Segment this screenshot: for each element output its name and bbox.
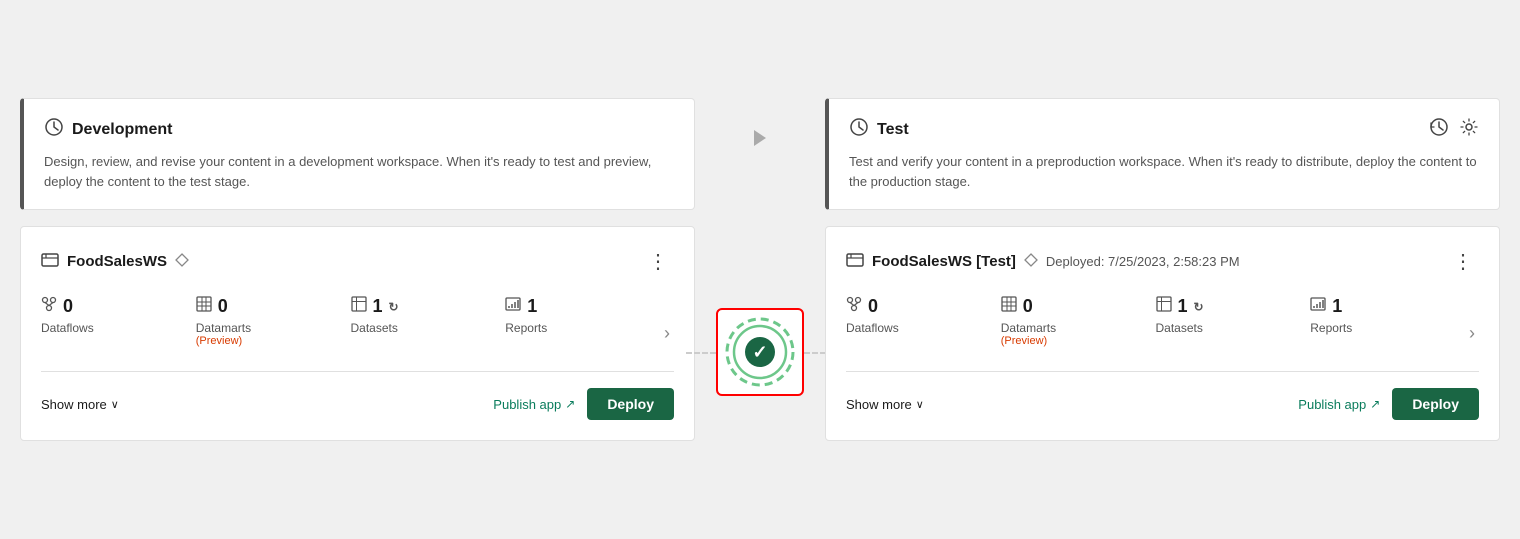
test-dataflow-icon — [846, 296, 862, 317]
deploy-circle-container: ✓ — [724, 316, 796, 388]
test-report-icon — [1310, 296, 1326, 317]
dev-datamarts-label: Datamarts — [196, 321, 251, 335]
test-show-more-button[interactable]: Show more ∨ — [846, 397, 924, 412]
deploy-status-indicator: ✓ — [716, 308, 804, 396]
test-workspace-name-text: FoodSalesWS [Test] — [872, 253, 1016, 270]
deploy-red-border: ✓ — [716, 308, 804, 396]
test-diamond-icon — [1024, 253, 1038, 270]
test-publish-app-button[interactable]: Publish app ↗ — [1298, 397, 1380, 412]
dev-deploy-button[interactable]: Deploy — [587, 388, 674, 420]
dev-external-link-icon: ↗ — [565, 397, 575, 411]
test-header-actions — [1429, 117, 1479, 142]
dev-workspace-header: FoodSalesWS ⋮ — [41, 247, 674, 276]
left-dashed-line — [686, 352, 716, 354]
dev-dataflows-value: 0 — [63, 296, 73, 317]
development-desc: Design, review, and revise your content … — [44, 152, 674, 191]
test-datamarts-metric: 0 Datamarts (Preview) — [1001, 296, 1156, 347]
dev-workspace-icon — [41, 251, 59, 273]
dev-chevron-icon: ∨ — [111, 398, 119, 411]
test-external-link-icon: ↗ — [1370, 397, 1380, 411]
dev-more-button[interactable]: ⋮ — [642, 247, 674, 276]
dev-datasets-label: Datasets — [351, 321, 398, 335]
test-datamarts-value: 0 — [1023, 296, 1033, 317]
test-reports-label: Reports — [1310, 321, 1352, 335]
test-more-button[interactable]: ⋮ — [1447, 247, 1479, 276]
test-datasets-metric: 1 ↻ Datasets — [1156, 296, 1311, 335]
dev-card-footer: Show more ∨ Publish app ↗ Deploy — [41, 371, 674, 420]
test-reports-value: 1 — [1332, 296, 1342, 317]
dataset-icon — [351, 296, 367, 317]
test-dataflows-value: 0 — [868, 296, 878, 317]
development-stage-title: Development — [44, 117, 674, 142]
dev-datamarts-value: 0 — [218, 296, 228, 317]
test-settings-button[interactable] — [1459, 117, 1479, 142]
test-history-button[interactable] — [1429, 117, 1449, 142]
test-deploy-button[interactable]: Deploy — [1392, 388, 1479, 420]
test-title-text: Test — [877, 121, 909, 139]
report-icon — [505, 296, 521, 317]
test-workspace-header: FoodSalesWS [Test] Deployed: 7/25/2023, … — [846, 247, 1479, 276]
test-workspace-name: FoodSalesWS [Test] Deployed: 7/25/2023, … — [846, 251, 1240, 273]
dev-reports-metric: 1 Reports — [505, 296, 660, 335]
development-stage-icon — [44, 117, 64, 142]
dev-datasets-metric: 1 ↻ Datasets — [351, 296, 506, 335]
test-dataflows-label: Dataflows — [846, 321, 899, 335]
development-stage: Development Design, review, and revise y… — [20, 98, 695, 441]
test-desc: Test and verify your content in a prepro… — [849, 152, 1479, 191]
test-workspace-icon — [846, 251, 864, 273]
test-workspace-card: FoodSalesWS [Test] Deployed: 7/25/2023, … — [825, 226, 1500, 441]
test-stage-icon — [849, 117, 869, 142]
test-reports-metric: 1 Reports — [1310, 296, 1465, 335]
dev-reports-label: Reports — [505, 321, 547, 335]
dev-diamond-icon — [175, 253, 189, 270]
dev-dataflows-label: Dataflows — [41, 321, 94, 335]
test-dataset-icon — [1156, 296, 1172, 317]
test-datamarts-sublabel: (Preview) — [1001, 335, 1047, 347]
connector-header-arrow — [695, 98, 825, 178]
dev-workspace-card: FoodSalesWS ⋮ — [20, 226, 695, 441]
test-stage-title: Test — [849, 117, 1479, 142]
development-stage-header: Development Design, review, and revise y… — [20, 98, 695, 210]
dev-show-more-label: Show more — [41, 397, 107, 412]
dataflow-icon — [41, 296, 57, 317]
test-publish-app-label: Publish app — [1298, 397, 1366, 412]
dev-dataflows-metric: 0 Dataflows — [41, 296, 196, 335]
dev-publish-app-label: Publish app — [493, 397, 561, 412]
dev-metrics-row: 0 Dataflows — [41, 296, 660, 347]
dev-workspace-name: FoodSalesWS — [41, 251, 189, 273]
dev-reports-value: 1 — [527, 296, 537, 317]
dev-show-more-button[interactable]: Show more ∨ — [41, 397, 119, 412]
deploy-check-icon: ✓ — [745, 337, 775, 367]
dev-datasets-value: 1 — [373, 296, 383, 317]
test-datasets-label: Datasets — [1156, 321, 1203, 335]
dev-workspace-name-text: FoodSalesWS — [67, 253, 167, 270]
dev-datasets-refresh-icon: ↻ — [389, 300, 399, 314]
test-stage-header: Test — [825, 98, 1500, 210]
test-datasets-value: 1 — [1178, 296, 1188, 317]
pipeline-container: Development Design, review, and revise y… — [20, 98, 1500, 441]
test-datamart-icon — [1001, 296, 1017, 317]
test-card-footer: Show more ∨ Publish app ↗ Deploy — [846, 371, 1479, 420]
right-arrow-icon — [754, 130, 766, 146]
dev-publish-app-button[interactable]: Publish app ↗ — [493, 397, 575, 412]
dev-datamarts-metric: 0 Datamarts (Preview) — [196, 296, 351, 347]
test-show-more-label: Show more — [846, 397, 912, 412]
dev-datamarts-sublabel: (Preview) — [196, 335, 242, 347]
test-chevron-icon: ∨ — [916, 398, 924, 411]
test-datasets-refresh-icon: ↻ — [1194, 300, 1204, 314]
datamart-icon — [196, 296, 212, 317]
test-metrics-next[interactable]: › — [1465, 323, 1479, 344]
test-dataflows-metric: 0 Dataflows — [846, 296, 1001, 335]
test-datamarts-label: Datamarts — [1001, 321, 1056, 335]
development-title-text: Development — [72, 121, 172, 139]
test-metrics-row: 0 Dataflows — [846, 296, 1465, 347]
test-deployed-info: Deployed: 7/25/2023, 2:58:23 PM — [1046, 254, 1240, 269]
test-stage: Test — [825, 98, 1500, 441]
dev-footer-actions: Publish app ↗ Deploy — [493, 388, 674, 420]
connector-area: ✓ — [695, 98, 825, 396]
dev-metrics-next[interactable]: › — [660, 323, 674, 344]
test-footer-actions: Publish app ↗ Deploy — [1298, 388, 1479, 420]
